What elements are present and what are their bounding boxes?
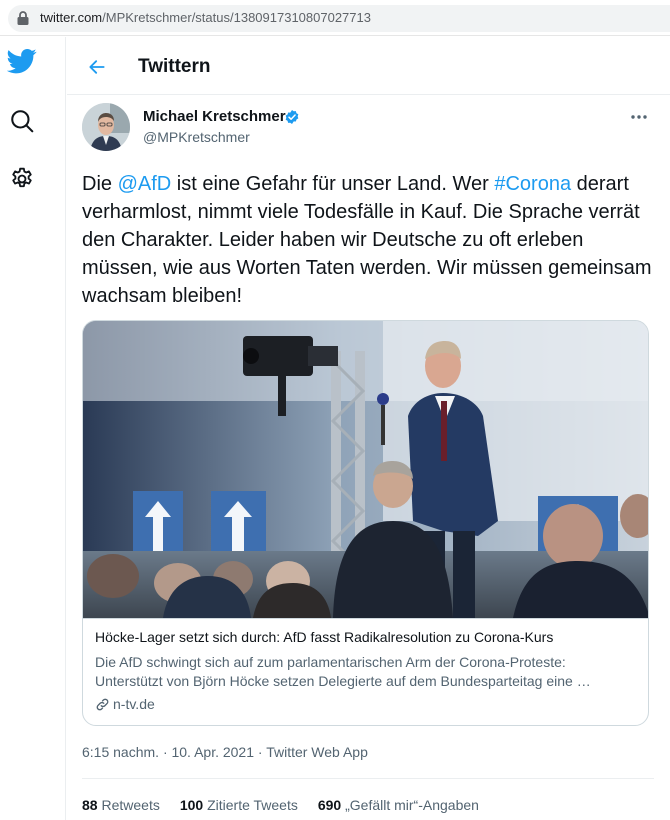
quotes-stat[interactable]: 100 Zitierte Tweets [180,797,298,813]
arrow-left-icon [89,60,105,74]
likes-count: 690 [317,797,342,813]
url-path: /MPKretschmer/status/1380917310807027713 [102,10,371,25]
tweet-text-part: Die [82,173,118,195]
card-domain-text: n-tv.de [113,696,155,712]
card-image[interactable] [83,321,648,618]
author-handle[interactable]: @MPKretschmer [143,129,250,145]
page-header: Twittern [67,37,670,95]
tweet-stats: 88 Retweets 100 Zitierte Tweets 690 „Gef… [82,797,479,813]
link-icon [96,698,109,710]
quotes-label: Zitierte Tweets [207,797,298,813]
tweet-text-part: ist eine Gefahr für unser Land. Wer [171,173,495,195]
retweets-stat[interactable]: 88 Retweets [82,797,160,813]
gear-icon [12,167,32,188]
url-host: twitter.com [40,10,103,25]
nav-settings-button[interactable] [6,163,38,195]
link-preview-card[interactable]: Höcke-Lager setzt sich durch: AfD fasst … [82,320,649,726]
more-options-button[interactable] [627,107,651,127]
avatar[interactable] [82,103,130,151]
quotes-count: 100 [179,797,204,813]
likes-label: „Gefällt mir“-Angaben [345,797,479,813]
author-name[interactable]: Michael Kretschmer [143,108,286,125]
back-button[interactable] [81,51,113,83]
tweet-timestamp[interactable]: 6:15 nachm. · 10. Apr. 2021 · Twitter We… [82,744,368,760]
twitter-home-link[interactable] [6,45,38,77]
verified-badge-icon [285,110,299,124]
browser-url-bar: twitter.com/MPKretschmer/status/13809173… [0,0,670,36]
card-description: Die AfD schwingt sich auf zum parlamenta… [95,654,591,689]
url-text[interactable]: twitter.com/MPKretschmer/status/13809173… [40,10,371,25]
search-icon [11,110,34,133]
page-title: Twittern [138,56,211,77]
more-dots-icon [631,115,647,119]
card-domain: n-tv.de [95,696,155,712]
hashtag-link[interactable]: #Corona [494,173,571,195]
nav-explore-button[interactable] [6,105,38,137]
divider [82,778,654,779]
left-nav [0,37,66,820]
card-title: Höcke-Lager setzt sich durch: AfD fasst … [95,629,554,645]
retweets-label: Retweets [101,797,160,813]
likes-stat[interactable]: 690 „Gefällt mir“-Angaben [318,797,479,813]
main-column: Twittern Michael Kretschmer @MPKretschme… [67,37,670,820]
tweet-text: Die @AfD ist eine Gefahr für unser Land.… [82,170,662,310]
card-photo [83,321,648,618]
card-body[interactable]: Höcke-Lager setzt sich durch: AfD fasst … [83,618,648,725]
twitter-bird-icon [7,49,37,74]
lock-icon [17,11,29,25]
retweets-count: 88 [82,797,98,813]
avatar-photo [82,103,130,151]
mention-link[interactable]: @AfD [118,173,172,195]
